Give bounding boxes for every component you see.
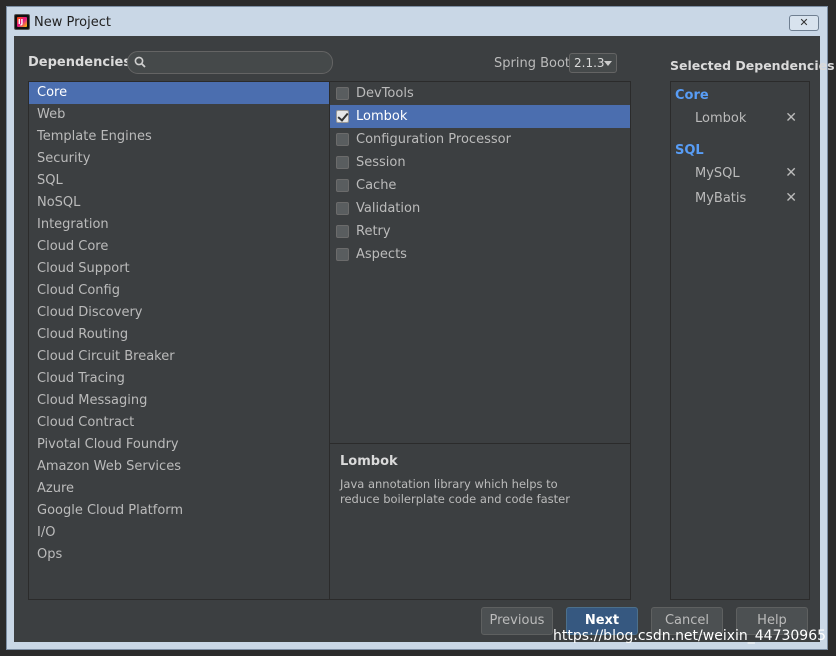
remove-icon[interactable]: ✕ [785, 106, 797, 131]
category-item[interactable]: Ops [29, 544, 329, 566]
category-item[interactable]: Security [29, 148, 329, 170]
category-item[interactable]: Cloud Config [29, 280, 329, 302]
watermark: https://blog.csdn.net/weixin_44730965 [553, 628, 827, 644]
spring-boot-version-value: 2.1.3 [574, 56, 605, 70]
dependency-label: DevTools [356, 86, 414, 101]
selected-dependencies-title: Selected Dependencies [670, 58, 835, 73]
category-item[interactable]: Cloud Support [29, 258, 329, 280]
new-project-dialog: New Project ✕ Dependencies Spring Boot 2… [6, 6, 835, 650]
category-item[interactable]: Cloud Core [29, 236, 329, 258]
spring-boot-label: Spring Boot [494, 56, 571, 71]
chevron-down-icon [604, 61, 612, 66]
previous-button[interactable]: Previous [481, 607, 553, 635]
search-input[interactable] [154, 54, 324, 71]
category-item[interactable]: Web [29, 104, 329, 126]
dependency-label: Lombok [356, 109, 408, 124]
selected-dependency-row: Lombok ✕ [671, 106, 809, 131]
category-item[interactable]: Pivotal Cloud Foundry [29, 434, 329, 456]
close-button[interactable]: ✕ [789, 15, 819, 31]
selected-dependency-label: MyBatis [695, 191, 747, 206]
dependency-item[interactable]: Configuration Processor [330, 128, 630, 151]
selected-group-header: Core [675, 88, 709, 103]
remove-icon[interactable]: ✕ [785, 161, 797, 186]
category-item[interactable]: Cloud Discovery [29, 302, 329, 324]
checkbox[interactable] [336, 87, 349, 100]
remove-icon[interactable]: ✕ [785, 186, 797, 211]
checkbox[interactable] [336, 179, 349, 192]
description-title: Lombok [340, 454, 398, 469]
category-item[interactable]: Cloud Tracing [29, 368, 329, 390]
dependency-list: DevTools Lombok Configuration Processor Ses… [330, 82, 630, 442]
category-item[interactable]: NoSQL [29, 192, 329, 214]
dependency-label: Configuration Processor [356, 132, 511, 147]
selected-dependency-label: Lombok [695, 111, 747, 126]
search-icon [134, 56, 146, 68]
checkbox[interactable] [336, 133, 349, 146]
category-item[interactable]: Cloud Contract [29, 412, 329, 434]
intellij-app-icon [14, 14, 30, 30]
title-bar: New Project ✕ [7, 7, 827, 37]
dependency-label: Cache [356, 178, 397, 193]
selected-dependency-row: MySQL ✕ [671, 161, 809, 186]
category-item[interactable]: Cloud Routing [29, 324, 329, 346]
checkbox[interactable] [336, 248, 349, 261]
dependency-label: Session [356, 155, 406, 170]
dependency-label: Validation [356, 201, 421, 216]
spring-boot-version-select[interactable]: 2.1.3 [569, 53, 617, 73]
checkbox[interactable] [336, 156, 349, 169]
search-box[interactable] [127, 51, 333, 74]
selected-dependencies-panel: Core Lombok ✕ SQL MySQL ✕ MyBatis ✕ [670, 81, 810, 600]
dependency-label: Retry [356, 224, 391, 239]
dependency-label: Aspects [356, 247, 407, 262]
dependency-item[interactable]: Aspects [330, 243, 630, 266]
selected-dependency-label: MySQL [695, 166, 740, 181]
category-item[interactable]: SQL [29, 170, 329, 192]
dependency-item[interactable]: Validation [330, 197, 630, 220]
dependency-description: Lombok Java annotation library which hel… [330, 443, 630, 599]
dependency-item[interactable]: Lombok [330, 105, 630, 128]
category-item[interactable]: I/O [29, 522, 329, 544]
checkbox-checked[interactable] [336, 110, 349, 123]
dialog-content: Dependencies Spring Boot 2.1.3 Core Web Te… [14, 36, 835, 642]
selected-group-header: SQL [675, 143, 704, 158]
window-title: New Project [34, 15, 111, 30]
category-item[interactable]: Core [29, 82, 329, 104]
category-item[interactable]: Template Engines [29, 126, 329, 148]
dependencies-label: Dependencies [28, 55, 132, 70]
checkbox[interactable] [336, 225, 349, 238]
dependency-item[interactable]: Session [330, 151, 630, 174]
category-item[interactable]: Integration [29, 214, 329, 236]
category-item[interactable]: Azure [29, 478, 329, 500]
category-item[interactable]: Google Cloud Platform [29, 500, 329, 522]
category-item[interactable]: Cloud Circuit Breaker [29, 346, 329, 368]
category-item[interactable]: Amazon Web Services [29, 456, 329, 478]
checkbox[interactable] [336, 202, 349, 215]
selected-dependency-row: MyBatis ✕ [671, 186, 809, 211]
category-item[interactable]: Cloud Messaging [29, 390, 329, 412]
dependency-item[interactable]: Retry [330, 220, 630, 243]
dependency-panel: DevTools Lombok Configuration Processor Ses… [329, 81, 631, 600]
category-list: Core Web Template Engines Security SQL NoSQL I… [28, 81, 330, 600]
description-text: Java annotation library which helps to r… [340, 477, 570, 506]
dependency-item[interactable]: Cache [330, 174, 630, 197]
dependency-item[interactable]: DevTools [330, 82, 630, 105]
